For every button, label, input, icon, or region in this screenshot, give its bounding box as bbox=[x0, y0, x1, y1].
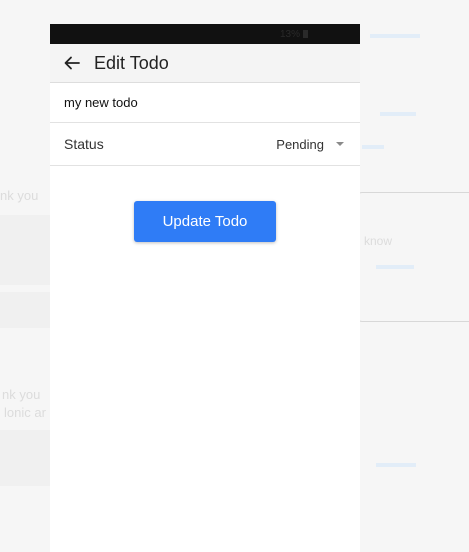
arrow-left-icon[interactable] bbox=[50, 54, 94, 72]
todo-title-field[interactable]: my new todo bbox=[50, 83, 360, 123]
update-todo-button[interactable]: Update Todo bbox=[134, 201, 276, 242]
phone-screen: 13% Edit Todo my new todo Status Pending… bbox=[50, 24, 360, 552]
battery-text: 13% bbox=[279, 28, 300, 40]
page-title: Edit Todo bbox=[94, 52, 169, 73]
app-bar: Edit Todo bbox=[50, 44, 360, 83]
actions: Update Todo bbox=[50, 166, 360, 242]
background-link bbox=[370, 34, 420, 38]
chevron-down-icon bbox=[336, 142, 344, 146]
background-text: nk you bbox=[0, 188, 39, 203]
background-link bbox=[380, 112, 416, 116]
background-card bbox=[0, 215, 50, 285]
status-label: Status bbox=[64, 136, 104, 152]
background-link bbox=[376, 265, 414, 269]
battery-icon bbox=[303, 30, 308, 38]
todo-title-value: my new todo bbox=[64, 95, 138, 110]
background-text: nk you bbox=[2, 387, 41, 402]
background-text: know bbox=[364, 234, 393, 248]
status-row: Status Pending bbox=[50, 123, 360, 166]
background-link bbox=[362, 145, 384, 149]
status-select-value: Pending bbox=[276, 136, 324, 152]
status-select[interactable]: Pending bbox=[276, 137, 346, 152]
background-card bbox=[0, 292, 50, 328]
background-card-outline bbox=[356, 192, 469, 322]
background-text: lonic ar bbox=[4, 405, 46, 420]
status-bar: 13% bbox=[50, 24, 360, 44]
background-card bbox=[0, 430, 50, 486]
background-link bbox=[376, 463, 416, 467]
